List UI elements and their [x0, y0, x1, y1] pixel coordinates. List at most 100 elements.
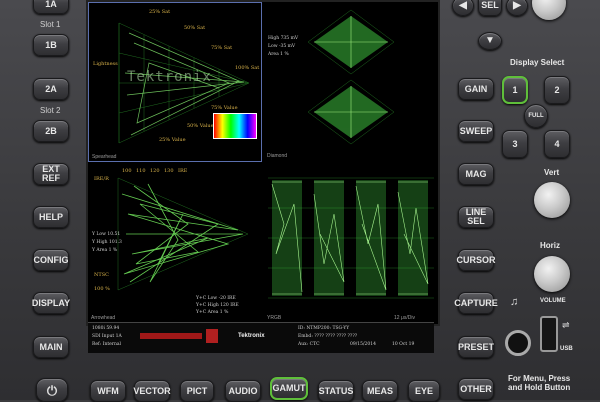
arrowhead-tick-4: 130 [164, 168, 174, 174]
ext-ref-button[interactable]: EXT REF [33, 163, 69, 185]
tektronix-watermark: Tektronix [127, 69, 212, 85]
waveform-display: 25% Sat 50% Sat 75% Sat 100% Sat Lightne… [86, 0, 440, 326]
full-button[interactable]: FULL [524, 104, 548, 128]
spearhead-label-4: 100% Sat [235, 65, 260, 71]
error-bar [140, 333, 202, 339]
mag-button[interactable]: MAG [458, 163, 494, 185]
alarm-icon [206, 329, 218, 343]
horiz-knob-label: Horiz [540, 241, 560, 250]
arrowhead-readout-left-3: Y Area 1 % [92, 248, 118, 253]
eye-button[interactable]: EYE [408, 380, 440, 402]
display-tile-4-button[interactable]: 4 [544, 130, 570, 158]
input-1b-button[interactable]: 1B [33, 34, 69, 56]
cursor-button[interactable]: CURSOR [457, 249, 496, 271]
status-aux: Aux: CTC [298, 342, 320, 347]
audio-button[interactable]: AUDIO [225, 380, 261, 402]
status-time: 10 Oct 19 [392, 342, 415, 347]
pict-button[interactable]: PICT [180, 380, 214, 402]
spearhead-label-7: 50% Value [187, 123, 214, 129]
status-bar: 1080i 59.94 SDI Input 1A Ref: Internal T… [88, 322, 434, 353]
yrgb-plot [268, 177, 434, 299]
arrowhead-tick-2: 110 [136, 168, 146, 174]
spearhead-label-5: Lightness [93, 61, 118, 67]
headphone-icon: ♫ [510, 296, 519, 308]
preset-button[interactable]: PRESET [458, 336, 494, 358]
power-button[interactable]: ⏻ [36, 378, 68, 402]
input-2b-button[interactable]: 2B [33, 120, 69, 142]
spearhead-label-3: 75% Sat [211, 45, 233, 51]
diamond-name: Diamond [267, 153, 288, 159]
gain-button[interactable]: GAIN [458, 78, 494, 100]
vector-button[interactable]: VECTOR [133, 380, 171, 402]
display-select-title: Display Select [510, 58, 565, 67]
arrowhead-side-label-2: NTSC [94, 272, 109, 278]
yrgb-tile[interactable]: YRGB 12 μs/Div [264, 164, 438, 324]
status-format: 1080i 59.94 [92, 326, 120, 331]
arrowhead-side-label-3: 100 % [94, 286, 110, 292]
arrowhead-tick-3: 120 [150, 168, 160, 174]
status-embedded-audio: Embd: ???? ???? ???? ???? [298, 334, 358, 339]
arrowhead-readout-left-1: Y Low 10.51 [92, 232, 121, 237]
capture-button[interactable]: CAPTURE [454, 292, 498, 314]
sweep-button[interactable]: SWEEP [458, 120, 494, 142]
display-button[interactable]: DISPLAY [32, 292, 70, 314]
spearhead-name: Spearhead [92, 154, 117, 160]
slot2-label: Slot 2 [40, 106, 61, 115]
input-1a-button[interactable]: 1A [33, 0, 69, 14]
spearhead-label-2: 50% Sat [184, 25, 206, 31]
volume-label: VOLUME [540, 298, 566, 304]
other-button[interactable]: OTHER [458, 378, 494, 400]
arrowhead-readout-right-2: Y+C High 120 IRE [196, 303, 239, 308]
arrowhead-side-label-1: IRE/R [94, 176, 109, 182]
arrowhead-tick-1: 100 [122, 168, 132, 174]
yrgb-timebase: 12 μs/Div [394, 315, 415, 321]
usb-port[interactable] [540, 316, 558, 352]
menu-note: For Menu, Press and Hold Button [508, 374, 571, 392]
status-date: 09/15/2014 [350, 342, 376, 347]
display-tile-1-button[interactable]: 1 [502, 76, 528, 104]
sel-button[interactable]: SEL [478, 0, 502, 16]
display-tile-2-button[interactable]: 2 [544, 76, 570, 104]
diamond-plot [307, 9, 395, 145]
color-swatch [213, 113, 257, 139]
arrowhead-readout-right-1: Y+C Low -20 IRE [196, 296, 236, 301]
arrowhead-tick-5: IRE [178, 168, 188, 174]
vert-knob[interactable] [534, 182, 570, 218]
chevron-right-icon: ▶ [513, 0, 521, 11]
display-tile-3-button[interactable]: 3 [502, 130, 528, 158]
gamut-button[interactable]: GAMUT [270, 377, 308, 400]
usb-label: USB [560, 346, 573, 352]
spearhead-label-6: 25% Value [159, 137, 186, 143]
help-button[interactable]: HELP [33, 206, 69, 228]
spearhead-label-8: 75% Value [211, 105, 238, 111]
chevron-down-icon: ▼ [485, 35, 495, 46]
horiz-knob[interactable] [534, 256, 570, 292]
yrgb-name: YRGB [267, 315, 282, 321]
usb-icon: ⇌ [562, 320, 570, 330]
arrowhead-tile[interactable]: 100 110 120 130 IRE IRE/R NTSC 100 % Y L… [88, 164, 262, 324]
chevron-left-icon: ◀ [459, 0, 467, 11]
line-sel-button[interactable]: LINE SEL [458, 206, 494, 228]
config-button[interactable]: CONFIG [33, 249, 69, 271]
power-icon: ⏻ [46, 382, 58, 398]
diamond-tile[interactable]: High 735 mV Low -35 mV Area 1 % Diamond [264, 2, 438, 162]
spearhead-label-1: 25% Sat [149, 9, 171, 15]
headphone-jack[interactable] [505, 330, 531, 356]
status-logo: Tektronix [238, 333, 265, 339]
meas-button[interactable]: MEAS [362, 380, 398, 402]
arrowhead-readout-right-3: Y+C Area 1 % [196, 310, 229, 315]
spearhead-tile[interactable]: 25% Sat 50% Sat 75% Sat 100% Sat Lightne… [88, 2, 262, 162]
input-2a-button[interactable]: 2A [33, 78, 69, 100]
status-button[interactable]: STATUS [318, 380, 354, 402]
diamond-readout-1: High 735 mV [268, 36, 299, 41]
status-input: SDI Input 1A [92, 334, 122, 339]
arrow-down-button[interactable]: ▼ [478, 32, 502, 50]
arrowhead-readout-left-2: Y High 101.3 [92, 240, 122, 245]
arrowhead-name: Arrowhead [91, 315, 116, 321]
vert-knob-label: Vert [544, 168, 560, 177]
main-button[interactable]: MAIN [33, 336, 69, 358]
status-id: ID: NTMP200: TSG-YY [298, 326, 350, 331]
status-reference: Ref: Internal [92, 342, 121, 347]
wfm-button[interactable]: WFM [90, 380, 126, 402]
diamond-readout-2: Low -35 mV [268, 44, 296, 49]
